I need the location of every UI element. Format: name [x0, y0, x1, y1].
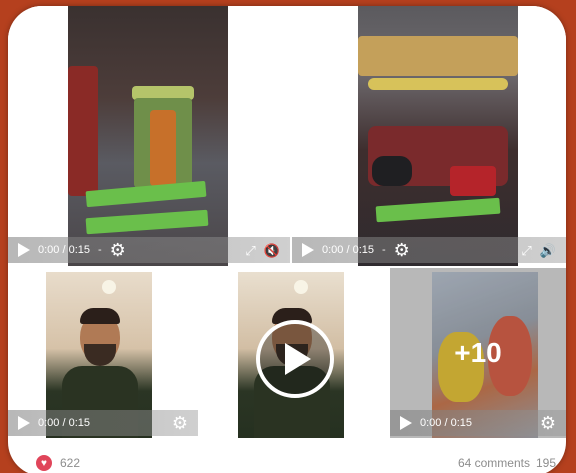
- gear-icon[interactable]: ⚙: [540, 414, 556, 432]
- play-icon[interactable]: [18, 416, 30, 430]
- heart-reaction-icon[interactable]: ♥: [36, 455, 52, 471]
- stall-crate: [450, 166, 496, 196]
- gear-icon[interactable]: ⚙: [110, 241, 126, 259]
- play-icon[interactable]: [400, 416, 412, 430]
- stall-canopy: [358, 36, 518, 76]
- caption-band: [85, 209, 209, 235]
- gear-icon[interactable]: ⚙: [394, 241, 410, 259]
- speaker-icon[interactable]: 🔊: [540, 244, 556, 257]
- door-art: [150, 110, 176, 186]
- stall-lights: [368, 78, 508, 90]
- ceiling-lamp: [102, 280, 116, 294]
- person-beard: [84, 344, 116, 366]
- reaction-count[interactable]: 622: [60, 456, 80, 470]
- video-tile-3[interactable]: 0:00 / 0:15 ⚙: [8, 268, 198, 438]
- video-controls: 0:00 / 0:15 ⚙: [8, 410, 198, 436]
- video-time: 0:00 / 0:15: [420, 417, 472, 429]
- video-tile-2[interactable]: 0:00 / 0:15 - ⚙ ⤢ 🔊: [292, 6, 566, 266]
- big-play-icon[interactable]: [256, 320, 334, 398]
- video-grid: 0:00 / 0:15 - ⚙ ⤢ 🔇 0:00 / 0:15 - ⚙ ⤢ 🔊 …: [8, 6, 566, 438]
- video-time: 0:00 / 0:15: [38, 244, 90, 256]
- share-count[interactable]: 195: [536, 456, 556, 470]
- gear-icon[interactable]: ⚙: [172, 414, 188, 432]
- progress-dash: -: [98, 244, 102, 256]
- shop-wall: [68, 66, 98, 196]
- video-controls: 0:00 / 0:15 - ⚙ ⤢ 🔇: [8, 237, 290, 263]
- person-hair: [80, 308, 120, 324]
- stall-tub: [372, 156, 412, 186]
- video-tile-5[interactable]: +10 0:00 / 0:15 ⚙: [390, 268, 566, 438]
- comment-count[interactable]: 64 comments: [458, 456, 530, 470]
- video-frame-2[interactable]: [358, 6, 518, 266]
- play-icon[interactable]: [18, 243, 30, 257]
- video-controls: 0:00 / 0:15 - ⚙ ⤢ 🔊: [292, 237, 566, 263]
- video-time: 0:00 / 0:15: [322, 244, 374, 256]
- video-time: 0:00 / 0:15: [38, 417, 90, 429]
- caption-band: [375, 197, 501, 223]
- video-frame-1[interactable]: [68, 6, 228, 266]
- post-footer: ♥ 622 64 comments 195: [36, 452, 556, 473]
- post-card: 0:00 / 0:15 - ⚙ ⤢ 🔇 0:00 / 0:15 - ⚙ ⤢ 🔊 …: [8, 6, 566, 473]
- video-tile-4[interactable]: [200, 268, 388, 438]
- ceiling-lamp: [294, 280, 308, 294]
- progress-dash: -: [382, 244, 386, 256]
- speaker-icon[interactable]: 🔇: [264, 244, 280, 257]
- video-controls: 0:00 / 0:15 ⚙: [390, 410, 566, 436]
- expand-icon[interactable]: ⤢: [521, 244, 531, 257]
- expand-icon[interactable]: ⤢: [245, 244, 255, 257]
- video-tile-1[interactable]: 0:00 / 0:15 - ⚙ ⤢ 🔇: [8, 6, 290, 266]
- play-icon[interactable]: [302, 243, 314, 257]
